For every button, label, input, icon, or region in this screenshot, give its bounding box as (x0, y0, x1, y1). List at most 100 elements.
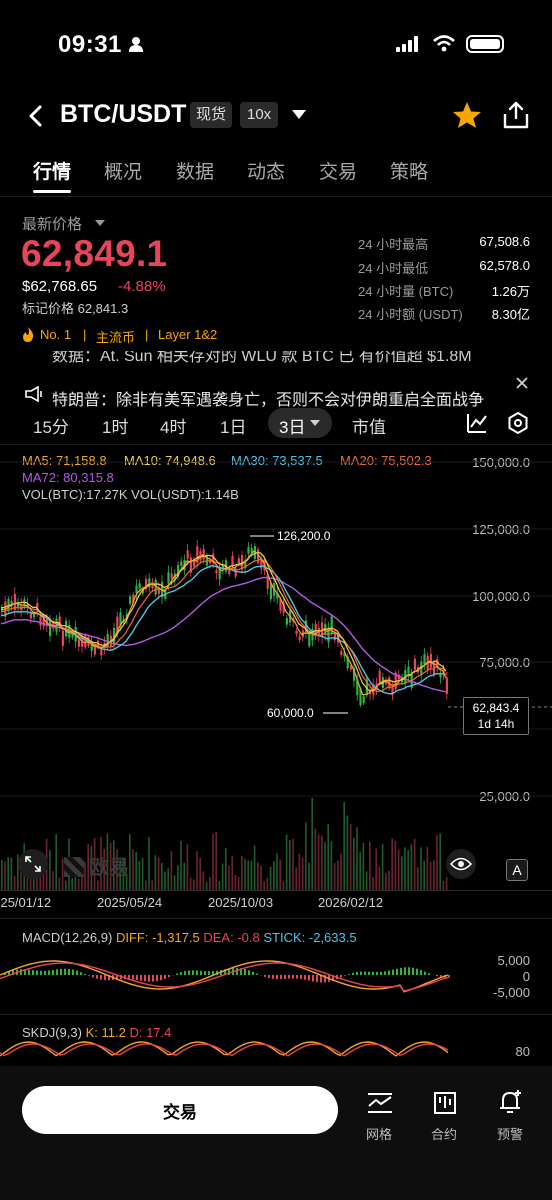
current-price-value: 62,843.4 (472, 701, 520, 715)
volume-bar (282, 881, 285, 890)
candle (285, 618, 288, 625)
volume-bar (285, 834, 288, 890)
macd-legend: MACD(12,26,9) DIFF: -1,317.5 DEA: -0.8 S… (22, 930, 357, 945)
price-label-caret-icon[interactable] (95, 220, 105, 227)
share-icon[interactable] (502, 100, 530, 130)
skdj-divider (0, 1014, 552, 1015)
stat-label-vol-btc: 24 小时量 (BTC) (358, 284, 454, 299)
auto-scale-button[interactable]: A (506, 859, 528, 881)
star-icon[interactable] (452, 101, 482, 129)
volume-bar (55, 834, 57, 890)
tab-overview[interactable]: 概况 (104, 157, 142, 184)
volume-bar (215, 832, 217, 890)
grid-label[interactable]: 网格 (366, 1124, 392, 1143)
alert-bell-icon[interactable] (497, 1088, 525, 1116)
volume-bar (359, 851, 361, 890)
skdj-chart[interactable] (0, 1040, 470, 1068)
macd-bar (176, 973, 178, 975)
volume-bar (253, 845, 256, 890)
timeframe-1h[interactable]: 1时 (102, 413, 128, 438)
volume-bar (237, 876, 240, 890)
high-marker: 126,200.0 (277, 529, 331, 543)
volume-bar (353, 837, 355, 890)
candle (445, 677, 448, 694)
volume-bar (349, 823, 352, 890)
macd-diff: DIFF: -1,317.5 (115, 930, 200, 945)
tag-separator: | (145, 327, 149, 342)
volume-bar (381, 843, 384, 890)
timeframe-1d[interactable]: 1日 (220, 413, 246, 438)
volume-bar (407, 850, 409, 890)
contract-label[interactable]: 合约 (431, 1124, 457, 1143)
mainstream-tag[interactable]: 主流币 (96, 327, 135, 346)
macd-bar (400, 967, 402, 975)
tab-data[interactable]: 数据 (176, 157, 214, 184)
macd-bar (348, 974, 350, 975)
timeframe-15m[interactable]: 15分 (33, 413, 69, 438)
x-tick-3: 2026/02/12 (318, 895, 384, 910)
macd-bar (140, 975, 142, 981)
expand-icon (25, 856, 41, 872)
volume-bar (385, 873, 387, 890)
skdj-k-line (0, 1041, 449, 1057)
macd-bar (248, 970, 250, 975)
fullscreen-button[interactable] (18, 849, 48, 879)
chart-settings-icon[interactable] (506, 411, 530, 435)
contract-icon[interactable] (431, 1089, 459, 1117)
candle (423, 654, 426, 665)
volume-bar (362, 842, 365, 890)
candle (167, 572, 170, 584)
candle (49, 620, 52, 636)
volume-bar (394, 840, 397, 890)
rank-tag[interactable]: No. 1 (40, 327, 71, 342)
leverage-badge[interactable]: 10x (240, 102, 279, 128)
dropdown-icon[interactable] (292, 110, 306, 120)
alert-label[interactable]: 预警 (497, 1124, 523, 1143)
volume-bar (218, 881, 221, 890)
timeframe-4h[interactable]: 4时 (160, 413, 186, 438)
status-time: 09:31 (58, 31, 122, 58)
wifi-icon (433, 35, 455, 52)
tab-strategy[interactable]: 策略 (390, 157, 428, 184)
news-ticker-prev[interactable]: 数据：At. Sun 相关存对的 WLU 款 BTC 已 有价值超 $1.8M (0, 351, 510, 368)
stat-label-high: 24 小时最高 (358, 237, 429, 252)
volume-bar (346, 815, 349, 890)
close-icon[interactable] (516, 377, 528, 389)
tab-market[interactable]: 行情 (33, 157, 71, 184)
timeframe-mcap[interactable]: 市值 (352, 413, 386, 438)
current-price-tag: 62,843.4 1d 14h (463, 697, 529, 735)
tab-news[interactable]: 动态 (247, 157, 285, 184)
volume-bar (289, 839, 291, 890)
timeframe-3d-selected[interactable]: 3日 (268, 408, 332, 438)
macd-bar (380, 971, 382, 975)
volume-bar (193, 879, 195, 890)
grid-strategy-icon[interactable] (366, 1090, 394, 1116)
ma10-line (0, 552, 447, 692)
candlestick-chart[interactable] (0, 445, 552, 890)
news-ticker[interactable]: 特朗普：除非有美军遇袭身亡，否则不会对伊朗重启全面战争 (0, 384, 510, 407)
volume-bar (429, 861, 432, 890)
pair-title[interactable]: BTC/USDT (60, 100, 186, 129)
volume-bar (97, 880, 99, 890)
skdj-d: D: 17.4 (129, 1025, 172, 1040)
volume-bar (58, 877, 61, 890)
visibility-button[interactable] (446, 849, 476, 879)
volume-bar (273, 861, 275, 890)
volume-bar (132, 849, 134, 890)
volume-bar (161, 862, 163, 890)
macd-bar (368, 971, 370, 975)
volume-bar (445, 877, 448, 890)
trade-button[interactable]: 交易 (22, 1086, 338, 1134)
macd-bar (360, 971, 362, 975)
layer-tag[interactable]: Layer 1&2 (158, 327, 217, 342)
volume-bar (129, 834, 131, 890)
indicator-icon[interactable] (466, 412, 488, 434)
volume-bar (321, 835, 323, 890)
macd-chart[interactable] (0, 946, 470, 1011)
macd-bar (272, 975, 274, 979)
macd-bar (52, 969, 54, 975)
macd-divider (0, 918, 552, 919)
tab-trade[interactable]: 交易 (319, 157, 357, 184)
back-arrow-icon[interactable] (26, 104, 44, 128)
news-text: 特朗普：除非有美军遇袭身亡，否则不会对伊朗重启全面战争 (52, 392, 485, 407)
